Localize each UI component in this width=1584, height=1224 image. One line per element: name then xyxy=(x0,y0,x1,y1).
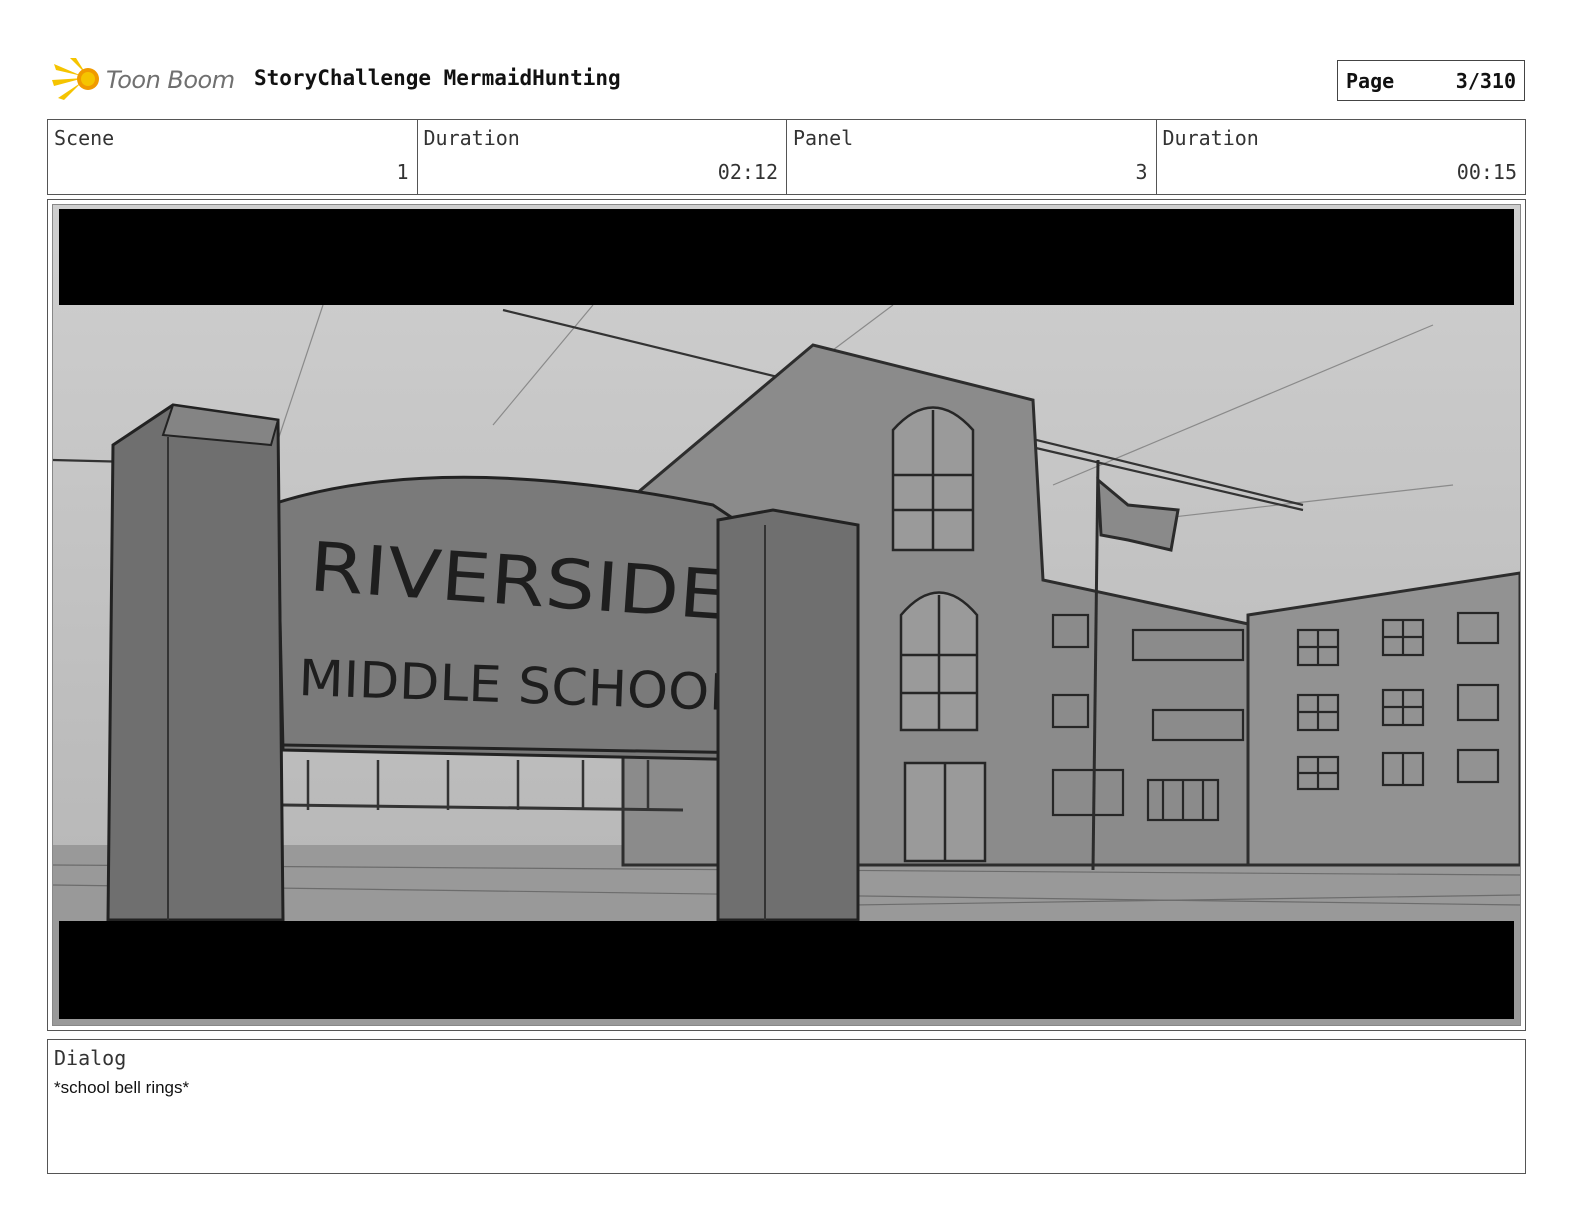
page-number: 3/310 xyxy=(1455,68,1516,93)
logo-text: Toon Boom xyxy=(106,66,235,94)
school-sketch-image: RIVERSIDE MIDDLE SCHOOL xyxy=(53,205,1520,1025)
panel-artwork: RIVERSIDE MIDDLE SCHOOL xyxy=(52,204,1521,1026)
panel-cell: Panel 3 xyxy=(786,120,1156,194)
toon-boom-logo: Toon Boom xyxy=(52,56,242,104)
panel-duration-value: 00:15 xyxy=(1456,160,1517,184)
page-label: Page xyxy=(1346,68,1395,93)
panel-value: 3 xyxy=(1135,160,1148,184)
scene-label: Scene xyxy=(54,126,115,150)
scene-duration-cell: Duration 02:12 xyxy=(416,120,787,194)
dialog-label: Dialog xyxy=(54,1046,127,1070)
dialog-box: Dialog *school bell rings* xyxy=(47,1039,1526,1174)
scene-duration-value: 02:12 xyxy=(717,160,778,184)
panel-label: Panel xyxy=(793,126,854,150)
dialog-text: *school bell rings* xyxy=(54,1078,190,1097)
storyboard-panel: RIVERSIDE MIDDLE SCHOOL xyxy=(47,199,1526,1031)
panel-duration-label: Duration xyxy=(1162,126,1259,150)
page-indicator: Page 3/310 xyxy=(1337,60,1525,101)
scene-duration-label: Duration xyxy=(423,126,520,150)
document-title: StoryChallenge MermaidHunting xyxy=(254,66,621,90)
scene-value: 1 xyxy=(396,160,409,184)
panel-info-table: Scene 1 Duration 02:12 Panel 3 Duration … xyxy=(47,119,1526,195)
starburst-icon xyxy=(52,58,99,100)
panel-duration-cell: Duration 00:15 xyxy=(1155,120,1526,194)
scene-cell: Scene 1 xyxy=(48,120,417,194)
